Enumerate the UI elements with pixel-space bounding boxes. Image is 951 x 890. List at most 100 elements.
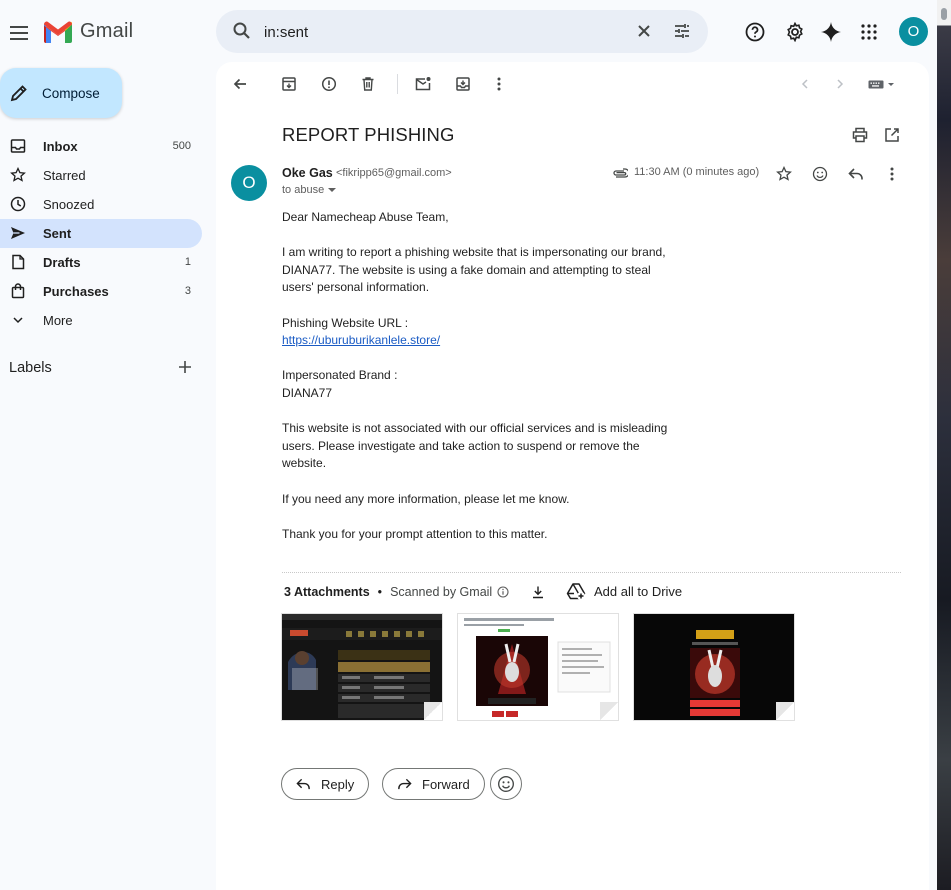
newer-button[interactable] (795, 74, 815, 94)
attachment-thumbnail[interactable] (633, 613, 795, 721)
reply-icon (296, 778, 310, 790)
more-actions-button[interactable] (489, 74, 509, 94)
attachments-header: 3 Attachments • Scanned by Gmail (284, 585, 545, 599)
dropdown-arrow-icon (328, 188, 337, 192)
arrow-back-icon (233, 78, 246, 90)
sidebar-item-more[interactable]: More (0, 306, 202, 335)
search-options-icon[interactable] (672, 21, 692, 41)
attachment-thumbnail[interactable] (281, 613, 443, 721)
older-button[interactable] (830, 74, 850, 94)
sender-avatar[interactable]: O (231, 165, 267, 201)
archive-button[interactable] (279, 74, 299, 94)
emoji-icon (498, 776, 514, 792)
gemini-button[interactable] (818, 19, 844, 45)
sidebar-item-snoozed[interactable]: Snoozed (0, 190, 202, 219)
recipient-label: to abuse (282, 184, 325, 196)
apps-button[interactable] (856, 19, 882, 45)
gmail-logo[interactable]: Gmail (44, 20, 133, 43)
more-vert-icon (890, 167, 894, 181)
info-icon[interactable] (497, 586, 509, 598)
email-screenshot-thumbnail (458, 614, 618, 720)
help-icon (745, 22, 765, 42)
search-input[interactable] (264, 21, 594, 43)
mark-unread-icon (415, 77, 431, 91)
reply-button[interactable] (846, 164, 866, 184)
support-button[interactable] (742, 19, 768, 45)
brand-block: Impersonated Brand : DIANA77 (282, 367, 672, 402)
scrollbar[interactable] (941, 8, 947, 20)
sparkle-icon (821, 22, 841, 42)
recipient-details[interactable]: to abuse (282, 184, 337, 196)
draft-icon (12, 254, 25, 270)
search-bar[interactable] (216, 10, 708, 53)
sender-email: <fikripp65@gmail.com> (336, 167, 452, 179)
sidebar-item-drafts[interactable]: Drafts 1 (0, 248, 202, 277)
clear-search-icon[interactable] (634, 21, 654, 41)
mark-unread-button[interactable] (413, 74, 433, 94)
message-more-button[interactable] (882, 164, 902, 184)
add-reaction-button[interactable] (810, 164, 830, 184)
print-icon (852, 127, 868, 143)
body-paragraph: I am writing to report a phishing websit… (282, 245, 666, 295)
sidebar-item-purchases[interactable]: Purchases 3 (0, 277, 202, 306)
gear-icon (787, 22, 803, 42)
add-all-to-drive-button[interactable]: Add all to Drive (566, 582, 682, 600)
star-button[interactable] (774, 164, 794, 184)
closing: Thank you for your prompt attention to t… (282, 526, 548, 541)
spam-icon (321, 76, 337, 92)
email-timestamp: 11:30 AM (0 minutes ago) (634, 166, 760, 178)
move-to-button[interactable] (453, 74, 473, 94)
email-subject: REPORT PHISHING (282, 124, 455, 145)
sidebar-nav: Inbox 500 Starred Snoozed Sent Drafts 1 … (0, 132, 202, 335)
more-vert-icon (497, 77, 501, 91)
forward-label: Forward (422, 776, 470, 792)
attachment-thumbnail[interactable] (457, 613, 619, 721)
input-tools-button[interactable] (868, 74, 898, 94)
brand-value: DIANA77 (282, 385, 333, 400)
phishing-url-link[interactable]: https://uburuburikanlele.store/ (282, 333, 440, 347)
background-window-strip (937, 0, 951, 890)
emoji-reaction-button[interactable] (490, 768, 522, 800)
open-in-new-icon (885, 128, 899, 142)
page-fold-corner (600, 702, 618, 720)
shopping-bag-icon (11, 283, 25, 299)
chevron-right-icon (837, 79, 844, 89)
reply-pill-button[interactable]: Reply (281, 768, 370, 800)
attachments-divider (282, 572, 901, 573)
compose-button[interactable]: Compose (0, 68, 122, 118)
greeting: Dear Namecheap Abuse Team, (282, 210, 449, 224)
add-all-label: Add all to Drive (594, 583, 683, 599)
compose-label: Compose (42, 85, 100, 101)
forward-pill-button[interactable]: Forward (382, 768, 485, 800)
delete-button[interactable] (358, 74, 378, 94)
download-all-icon[interactable] (531, 585, 545, 599)
chevron-down-icon (13, 317, 23, 324)
search-icon[interactable] (232, 21, 252, 41)
sidebar-item-label: Inbox (43, 139, 78, 154)
trash-icon (362, 77, 374, 91)
unread-count: 500 (172, 140, 191, 152)
sidebar-item-sent[interactable]: Sent (0, 219, 202, 248)
open-new-window-button[interactable] (882, 125, 902, 145)
report-spam-button[interactable] (319, 74, 339, 94)
separator-dot: • (377, 585, 383, 599)
sidebar-item-starred[interactable]: Starred (0, 161, 202, 190)
sender-name[interactable]: Oke Gas (282, 166, 333, 180)
apps-grid-icon (861, 24, 877, 40)
send-icon (11, 227, 25, 239)
keyboard-icon (868, 80, 894, 89)
main-menu-button[interactable] (6, 20, 32, 46)
settings-button[interactable] (782, 19, 808, 45)
sidebar-item-label: Sent (43, 226, 72, 241)
sidebar-item-inbox[interactable]: Inbox 500 (0, 132, 202, 161)
back-button[interactable] (230, 74, 250, 94)
sidebar-item-label: Starred (43, 168, 86, 183)
chevron-left-icon (801, 79, 808, 89)
account-avatar[interactable]: O (899, 17, 928, 46)
archive-icon (282, 77, 296, 91)
star-icon (776, 166, 792, 181)
print-button[interactable] (850, 125, 870, 145)
body-paragraph: This website is not associated with our … (282, 421, 668, 471)
add-label-icon[interactable] (177, 359, 193, 375)
landing-page-thumbnail (634, 614, 794, 720)
